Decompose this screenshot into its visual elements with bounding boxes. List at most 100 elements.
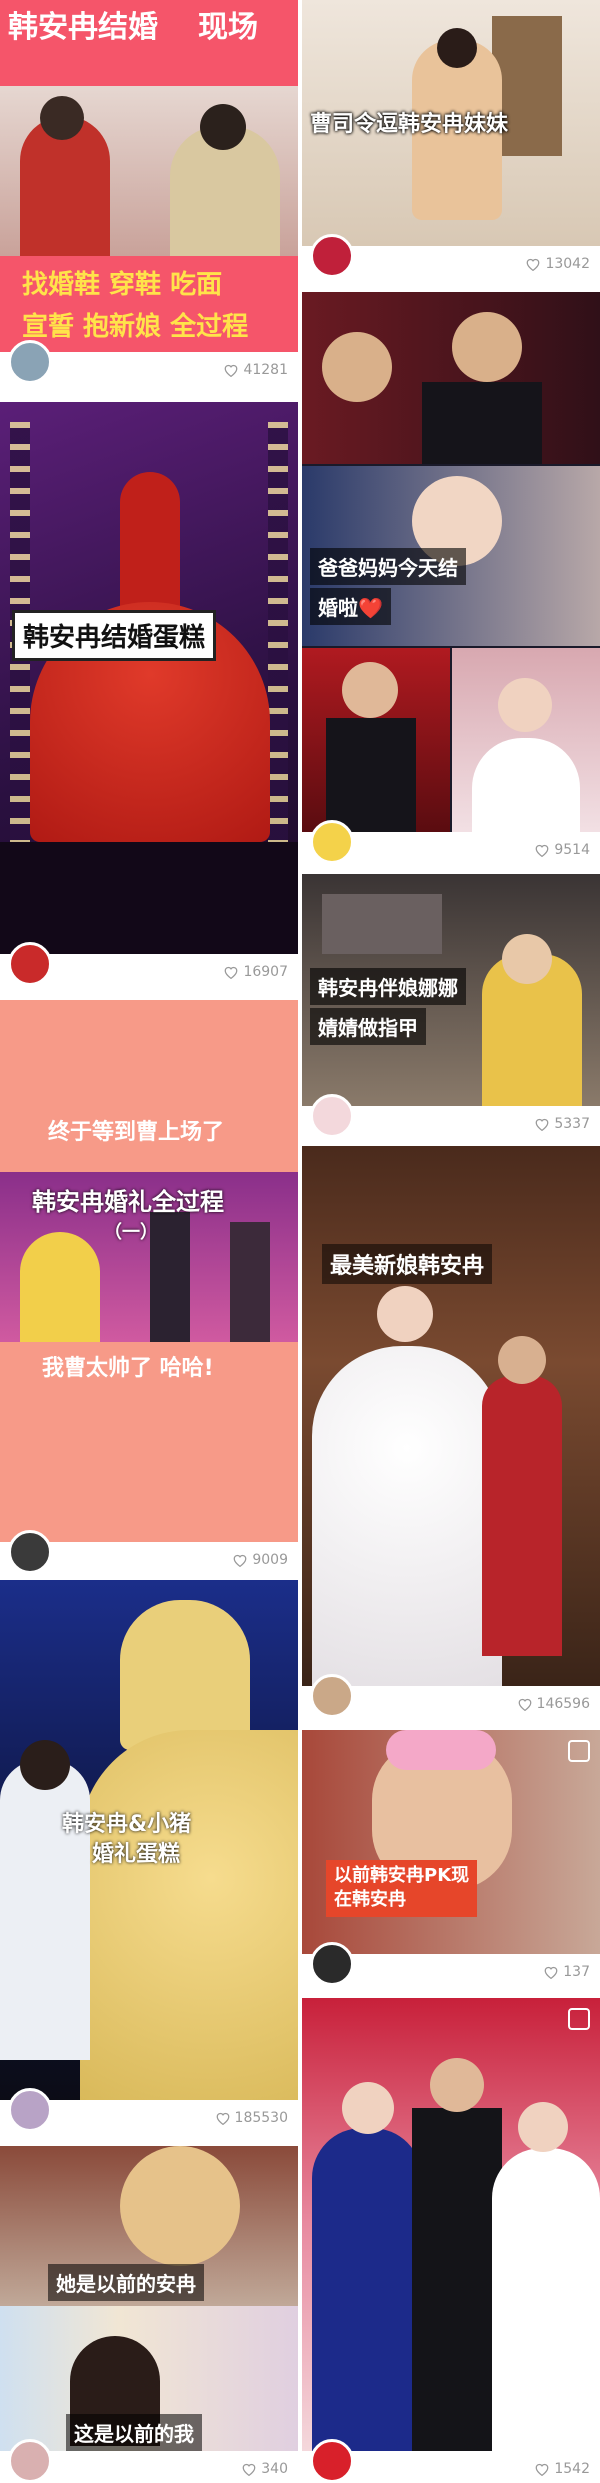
- collage-panel: [452, 648, 600, 832]
- like-counter[interactable]: 146596: [517, 1696, 590, 1712]
- child-head: [437, 28, 477, 68]
- card-title-suffix: 现场: [198, 10, 258, 45]
- feed-card[interactable]: 最美新娘韩安冉 146596: [302, 1146, 600, 1722]
- card-thumbnail[interactable]: 她是以前的安冉 这是以前的我: [0, 2146, 298, 2451]
- card-thumbnail[interactable]: 韩安冉&小猪 婚礼蛋糕: [0, 1580, 298, 2100]
- author-avatar[interactable]: [310, 820, 354, 864]
- mother-gown: [312, 2128, 422, 2451]
- groom-head: [200, 104, 246, 150]
- like-count: 41281: [243, 362, 288, 378]
- groom-face: [342, 662, 398, 718]
- heart-icon: [527, 258, 540, 271]
- pink-bow: [386, 1730, 496, 1770]
- like-counter[interactable]: 5337: [534, 1116, 590, 1132]
- feed-card[interactable]: 爸爸妈妈今天结 婚啦❤️ 9514: [302, 292, 600, 868]
- card-meta: 1542: [302, 2439, 600, 2483]
- baker-head: [20, 1740, 70, 1790]
- author-avatar[interactable]: [310, 2439, 354, 2483]
- card-title: 韩安冉结婚: [8, 10, 158, 45]
- bride-head: [40, 96, 84, 140]
- like-count: 9514: [554, 842, 590, 858]
- bride-head: [377, 1286, 433, 1342]
- heart-icon: [535, 2463, 549, 2476]
- bride-gown: [492, 2148, 600, 2451]
- card-thumbnail[interactable]: 以前韩安冉PK现 在韩安冉: [302, 1730, 600, 1954]
- card-meta: 16907: [0, 942, 298, 990]
- author-avatar[interactable]: [310, 234, 354, 278]
- like-counter[interactable]: 185530: [215, 2110, 288, 2126]
- heart-icon: [216, 2112, 229, 2125]
- bride-dress: [472, 738, 580, 832]
- mother-dress: [482, 1376, 562, 1656]
- like-counter[interactable]: 13042: [525, 256, 590, 272]
- card-caption: （一）: [104, 1222, 158, 1243]
- like-count: 340: [261, 2461, 288, 2477]
- card-caption: 曹司令逗韩安冉妹妹: [310, 112, 509, 137]
- like-counter[interactable]: 1542: [534, 2461, 590, 2477]
- card-meta: 137: [302, 1942, 600, 1990]
- card-meta: 340: [0, 2439, 298, 2483]
- author-avatar[interactable]: [8, 340, 52, 384]
- heart-icon: [535, 1118, 549, 1131]
- feed-card[interactable]: 韩安冉&小猪 婚礼蛋糕 185530: [0, 1580, 298, 2136]
- groom-suit: [326, 718, 416, 832]
- card-thumbnail[interactable]: 最美新娘韩安冉: [302, 1146, 600, 1686]
- card-thumbnail[interactable]: 韩安冉结婚 现场 找婚鞋 穿鞋 吃面 宣誓 抱新娘 全过程: [0, 0, 298, 352]
- card-thumbnail[interactable]: 曹司令逗韩安冉妹妹: [302, 0, 600, 246]
- heart-icon: [518, 1698, 531, 1711]
- feed-card[interactable]: 韩安冉结婚蛋糕 16907: [0, 402, 298, 990]
- card-thumbnail[interactable]: 爸爸妈妈今天结 婚啦❤️: [302, 292, 600, 832]
- author-avatar[interactable]: [310, 1674, 354, 1718]
- collage-panel: [302, 292, 600, 464]
- feed-card[interactable]: 韩安冉结婚 现场 找婚鞋 穿鞋 吃面 宣誓 抱新娘 全过程 41281: [0, 0, 298, 388]
- author-avatar[interactable]: [310, 1942, 354, 1986]
- card-caption: 韩安冉伴娘娜娜: [310, 968, 466, 1005]
- author-avatar[interactable]: [8, 2439, 52, 2483]
- like-count: 16907: [243, 964, 288, 980]
- heart-icon: [535, 844, 549, 857]
- feed-card[interactable]: 曹司令逗韩安冉妹妹 13042: [302, 0, 600, 282]
- like-counter[interactable]: 340: [241, 2461, 288, 2477]
- card-caption: 我曹太帅了 哈哈!: [42, 1356, 214, 1381]
- album-icon: [568, 2008, 590, 2030]
- like-counter[interactable]: 41281: [223, 362, 288, 378]
- card-caption: 爸爸妈妈今天结: [310, 548, 466, 585]
- person-head: [120, 2146, 240, 2266]
- card-caption: 婚礼蛋糕: [92, 1842, 181, 1867]
- cake-bodice: [120, 1600, 250, 1750]
- mother-head: [498, 1336, 546, 1384]
- author-avatar[interactable]: [8, 942, 52, 986]
- like-counter[interactable]: 16907: [223, 964, 288, 980]
- like-counter[interactable]: 137: [543, 1964, 590, 1980]
- card-thumbnail[interactable]: 韩安冉结婚蛋糕: [0, 402, 298, 954]
- like-counter[interactable]: 9009: [232, 1552, 288, 1568]
- feed-card[interactable]: 1542: [302, 1998, 600, 2483]
- like-counter[interactable]: 9514: [534, 842, 590, 858]
- card-caption: 终于等到曹上场了: [48, 1120, 225, 1145]
- card-caption: 她是以前的安冉: [48, 2264, 204, 2301]
- like-count: 146596: [536, 1696, 590, 1712]
- feed-card[interactable]: 以前韩安冉PK现 在韩安冉 137: [302, 1730, 600, 1990]
- cake-bodice: [120, 472, 180, 622]
- bridesmaid-head: [502, 934, 552, 984]
- card-meta: 9514: [302, 820, 600, 868]
- groom-head: [430, 2058, 484, 2112]
- author-avatar[interactable]: [8, 2088, 52, 2132]
- album-icon: [568, 1740, 590, 1762]
- author-avatar[interactable]: [310, 1094, 354, 1138]
- card-thumbnail[interactable]: [302, 1998, 600, 2451]
- like-count: 13042: [545, 256, 590, 272]
- like-count: 9009: [252, 1552, 288, 1568]
- feed-card[interactable]: 终于等到曹上场了 韩安冉婚礼全过程 （一） 我曹太帅了 哈哈! 9009: [0, 1000, 298, 1578]
- stage-floor: [0, 842, 298, 954]
- feed-card[interactable]: 韩安冉伴娘娜娜 婧婧做指甲 5337: [302, 874, 600, 1142]
- card-thumbnail[interactable]: 韩安冉伴娘娜娜 婧婧做指甲: [302, 874, 600, 1106]
- heart-icon: [225, 966, 238, 979]
- card-caption: 婚啦❤️: [310, 588, 391, 625]
- card-meta: 13042: [302, 234, 600, 282]
- card-meta: 9009: [0, 1530, 298, 1578]
- card-thumbnail[interactable]: 终于等到曹上场了 韩安冉婚礼全过程 （一） 我曹太帅了 哈哈!: [0, 1000, 298, 1542]
- feed-card[interactable]: 她是以前的安冉 这是以前的我 340: [0, 2146, 298, 2483]
- heart-icon: [233, 1554, 247, 1567]
- author-avatar[interactable]: [8, 1530, 52, 1574]
